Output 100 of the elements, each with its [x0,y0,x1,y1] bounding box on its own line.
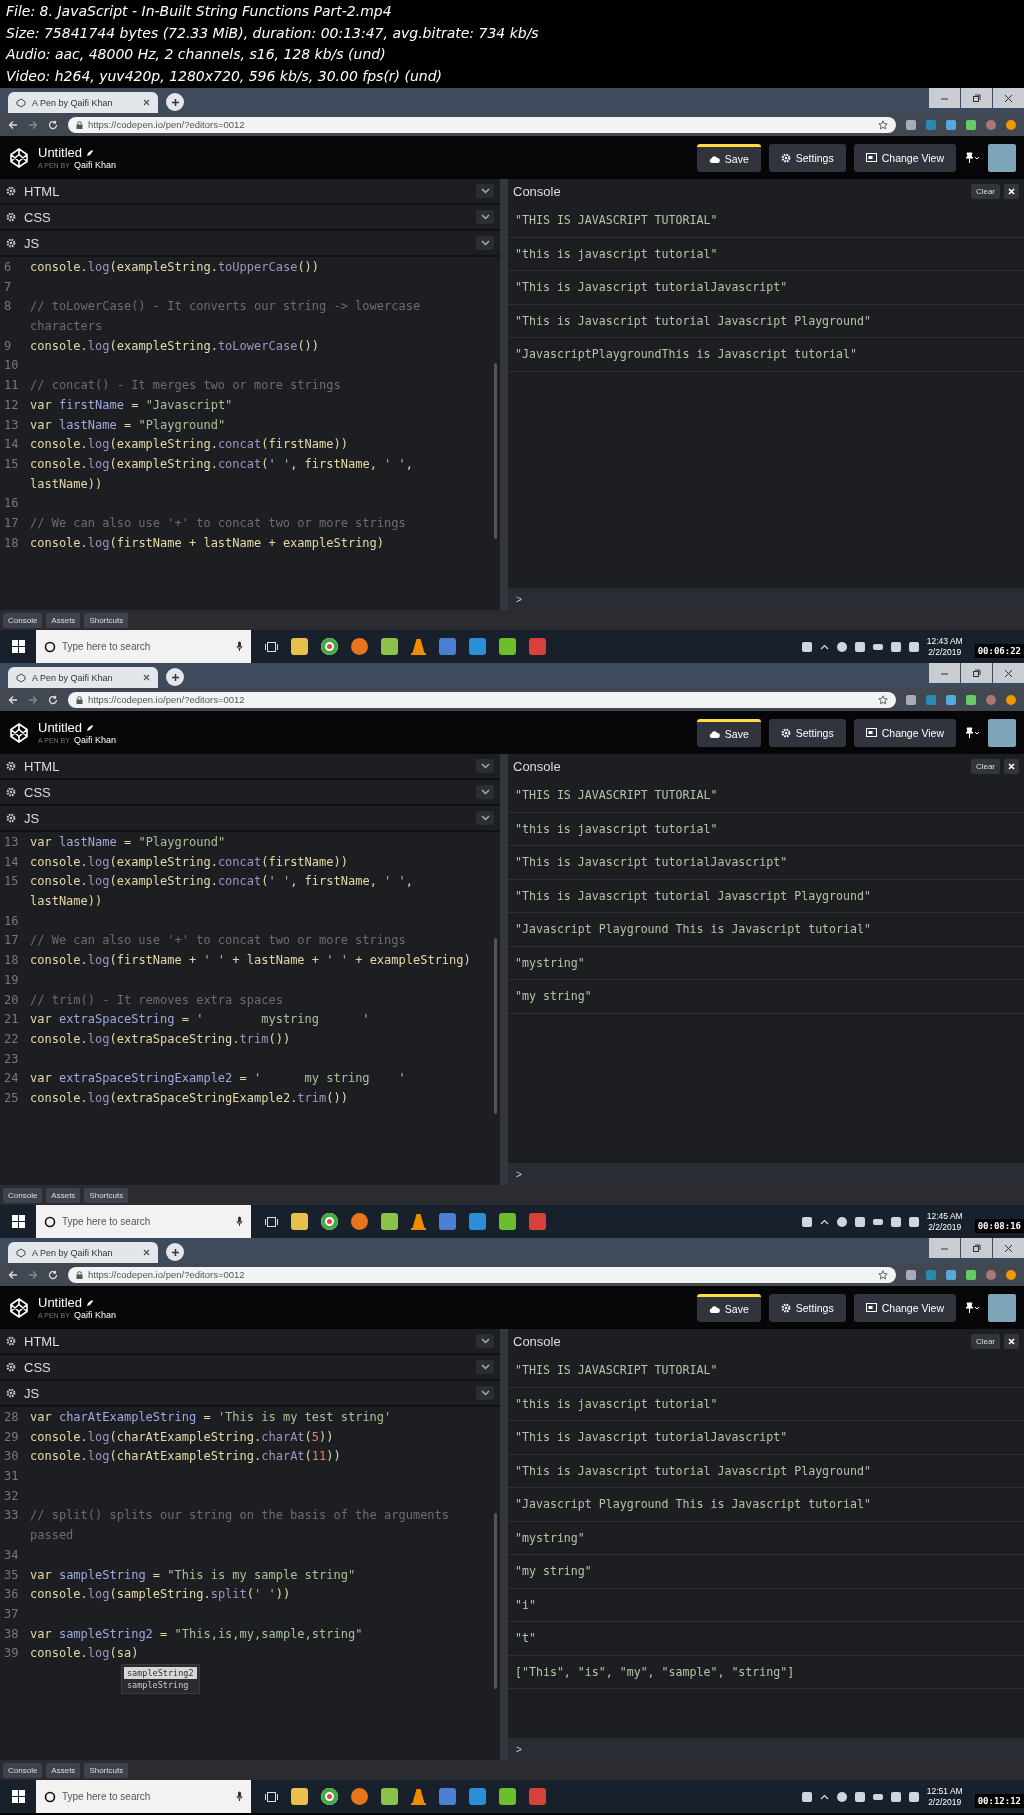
chevron-up-icon[interactable] [819,643,829,650]
save-button[interactable]: Save [696,1293,761,1322]
footer-tab[interactable]: Shortcuts [84,1187,129,1203]
close-button[interactable] [1004,1334,1019,1349]
save-button[interactable]: Save [696,143,761,172]
taskbar-clock[interactable]: 12:51 AM 2/2/2019 [926,1785,963,1808]
star-icon[interactable] [878,1269,888,1280]
windows-logo-icon[interactable] [11,1790,25,1803]
close-icon[interactable] [143,674,150,681]
settings-button[interactable]: Settings [768,1293,846,1322]
profile-avatar[interactable] [986,1269,996,1280]
microphone-icon[interactable] [236,1216,243,1227]
panel-menu-button[interactable] [476,184,494,198]
app-icon[interactable] [321,1213,338,1230]
microphone-icon[interactable] [236,1791,243,1802]
author-link[interactable]: Qaifi Khan [73,735,116,745]
settings-button[interactable]: Settings [768,718,846,747]
save-button[interactable]: Save [696,718,761,747]
clear-button[interactable]: Clear [970,1334,1000,1349]
footer-tab[interactable]: Assets [46,1187,81,1203]
traffic-cone-icon[interactable] [411,1213,426,1230]
author-link[interactable]: Qaifi Khan [73,1310,116,1320]
task-view-icon[interactable] [265,640,278,653]
extension-icon[interactable] [906,694,916,705]
browser-tab[interactable]: A Pen by Qaifi Khan [8,1242,158,1263]
pin-icon[interactable] [964,726,980,739]
taskbar-search-field[interactable]: Type here to search [36,1780,251,1813]
restore-button[interactable] [961,1238,992,1258]
scrollbar[interactable] [494,362,497,540]
codepen-logo-icon[interactable] [8,1296,30,1319]
pencil-icon[interactable] [86,723,95,732]
close-button[interactable] [1004,184,1019,199]
panel-menu-button[interactable] [476,210,494,224]
browser-tab[interactable]: A Pen by Qaifi Khan [8,667,158,688]
reload-icon[interactable] [48,1269,58,1280]
taskbar-search-field[interactable]: Type here to search [36,1205,251,1238]
footer-tab[interactable]: Assets [46,1762,81,1778]
autocomplete-item[interactable]: sampleString2 [124,1666,197,1679]
user-avatar[interactable] [988,718,1016,747]
app-icon[interactable] [321,1788,338,1805]
pin-icon[interactable] [964,1301,980,1314]
pin-icon[interactable] [964,151,980,164]
extension-icon[interactable] [966,694,976,705]
footer-tab[interactable]: Console [3,1762,43,1778]
extension-icon[interactable] [1006,119,1016,130]
footer-tab[interactable]: Shortcuts [84,612,129,628]
windows-logo-icon[interactable] [11,640,25,653]
resize-handle[interactable] [500,1329,508,1760]
resize-handle[interactable] [500,754,508,1185]
extension-icon[interactable] [906,1269,916,1280]
task-view-icon[interactable] [265,1790,278,1803]
taskbar-clock[interactable]: 12:43 AM 2/2/2019 [926,635,963,658]
view-button[interactable]: Change View [853,718,956,747]
clear-button[interactable]: Clear [970,184,1000,199]
extension-icon[interactable] [1006,1269,1016,1280]
panel-menu-button[interactable] [476,785,494,799]
star-icon[interactable] [878,694,888,705]
microphone-icon[interactable] [236,641,243,652]
user-avatar[interactable] [988,143,1016,172]
windows-logo-icon[interactable] [11,1215,25,1228]
view-button[interactable]: Change View [853,143,956,172]
address-bar[interactable]: https://codepen.io/pen/?editors=0012 [68,1266,896,1283]
view-button[interactable]: Change View [853,1293,956,1322]
panel-menu-button[interactable] [476,1360,494,1374]
taskbar-clock[interactable]: 12:45 AM 2/2/2019 [926,1210,963,1233]
reload-icon[interactable] [48,694,58,705]
autocomplete-item[interactable]: sampleString [124,1678,197,1691]
extension-icon[interactable] [946,119,956,130]
pencil-icon[interactable] [86,1298,95,1307]
pen-title[interactable]: Untitled [38,720,83,735]
chevron-up-icon[interactable] [819,1793,829,1800]
close-icon[interactable] [143,99,150,106]
clear-button[interactable]: Clear [970,759,1000,774]
footer-tab[interactable]: Console [3,612,43,628]
close-icon[interactable] [143,1249,150,1256]
panel-menu-button[interactable] [476,1386,494,1400]
footer-tab[interactable]: Assets [46,612,81,628]
close-button[interactable] [1004,759,1019,774]
extension-icon[interactable] [966,1269,976,1280]
restore-button[interactable] [961,88,992,108]
extension-icon[interactable] [1006,694,1016,705]
resize-handle[interactable] [500,179,508,610]
scrollbar[interactable] [494,1512,497,1690]
extension-icon[interactable] [906,119,916,130]
back-arrow-icon[interactable] [8,1269,18,1280]
app-icon[interactable] [321,638,338,655]
star-icon[interactable] [878,119,888,130]
profile-avatar[interactable] [986,694,996,705]
pen-title[interactable]: Untitled [38,145,83,160]
new-tab-button[interactable] [166,1243,184,1261]
extension-icon[interactable] [946,1269,956,1280]
codepen-logo-icon[interactable] [8,146,30,169]
panel-menu-button[interactable] [476,1334,494,1348]
panel-menu-button[interactable] [476,811,494,825]
back-arrow-icon[interactable] [8,119,18,130]
traffic-cone-icon[interactable] [411,1788,426,1805]
profile-avatar[interactable] [986,119,996,130]
back-arrow-icon[interactable] [8,694,18,705]
author-link[interactable]: Qaifi Khan [73,160,116,170]
user-avatar[interactable] [988,1293,1016,1322]
